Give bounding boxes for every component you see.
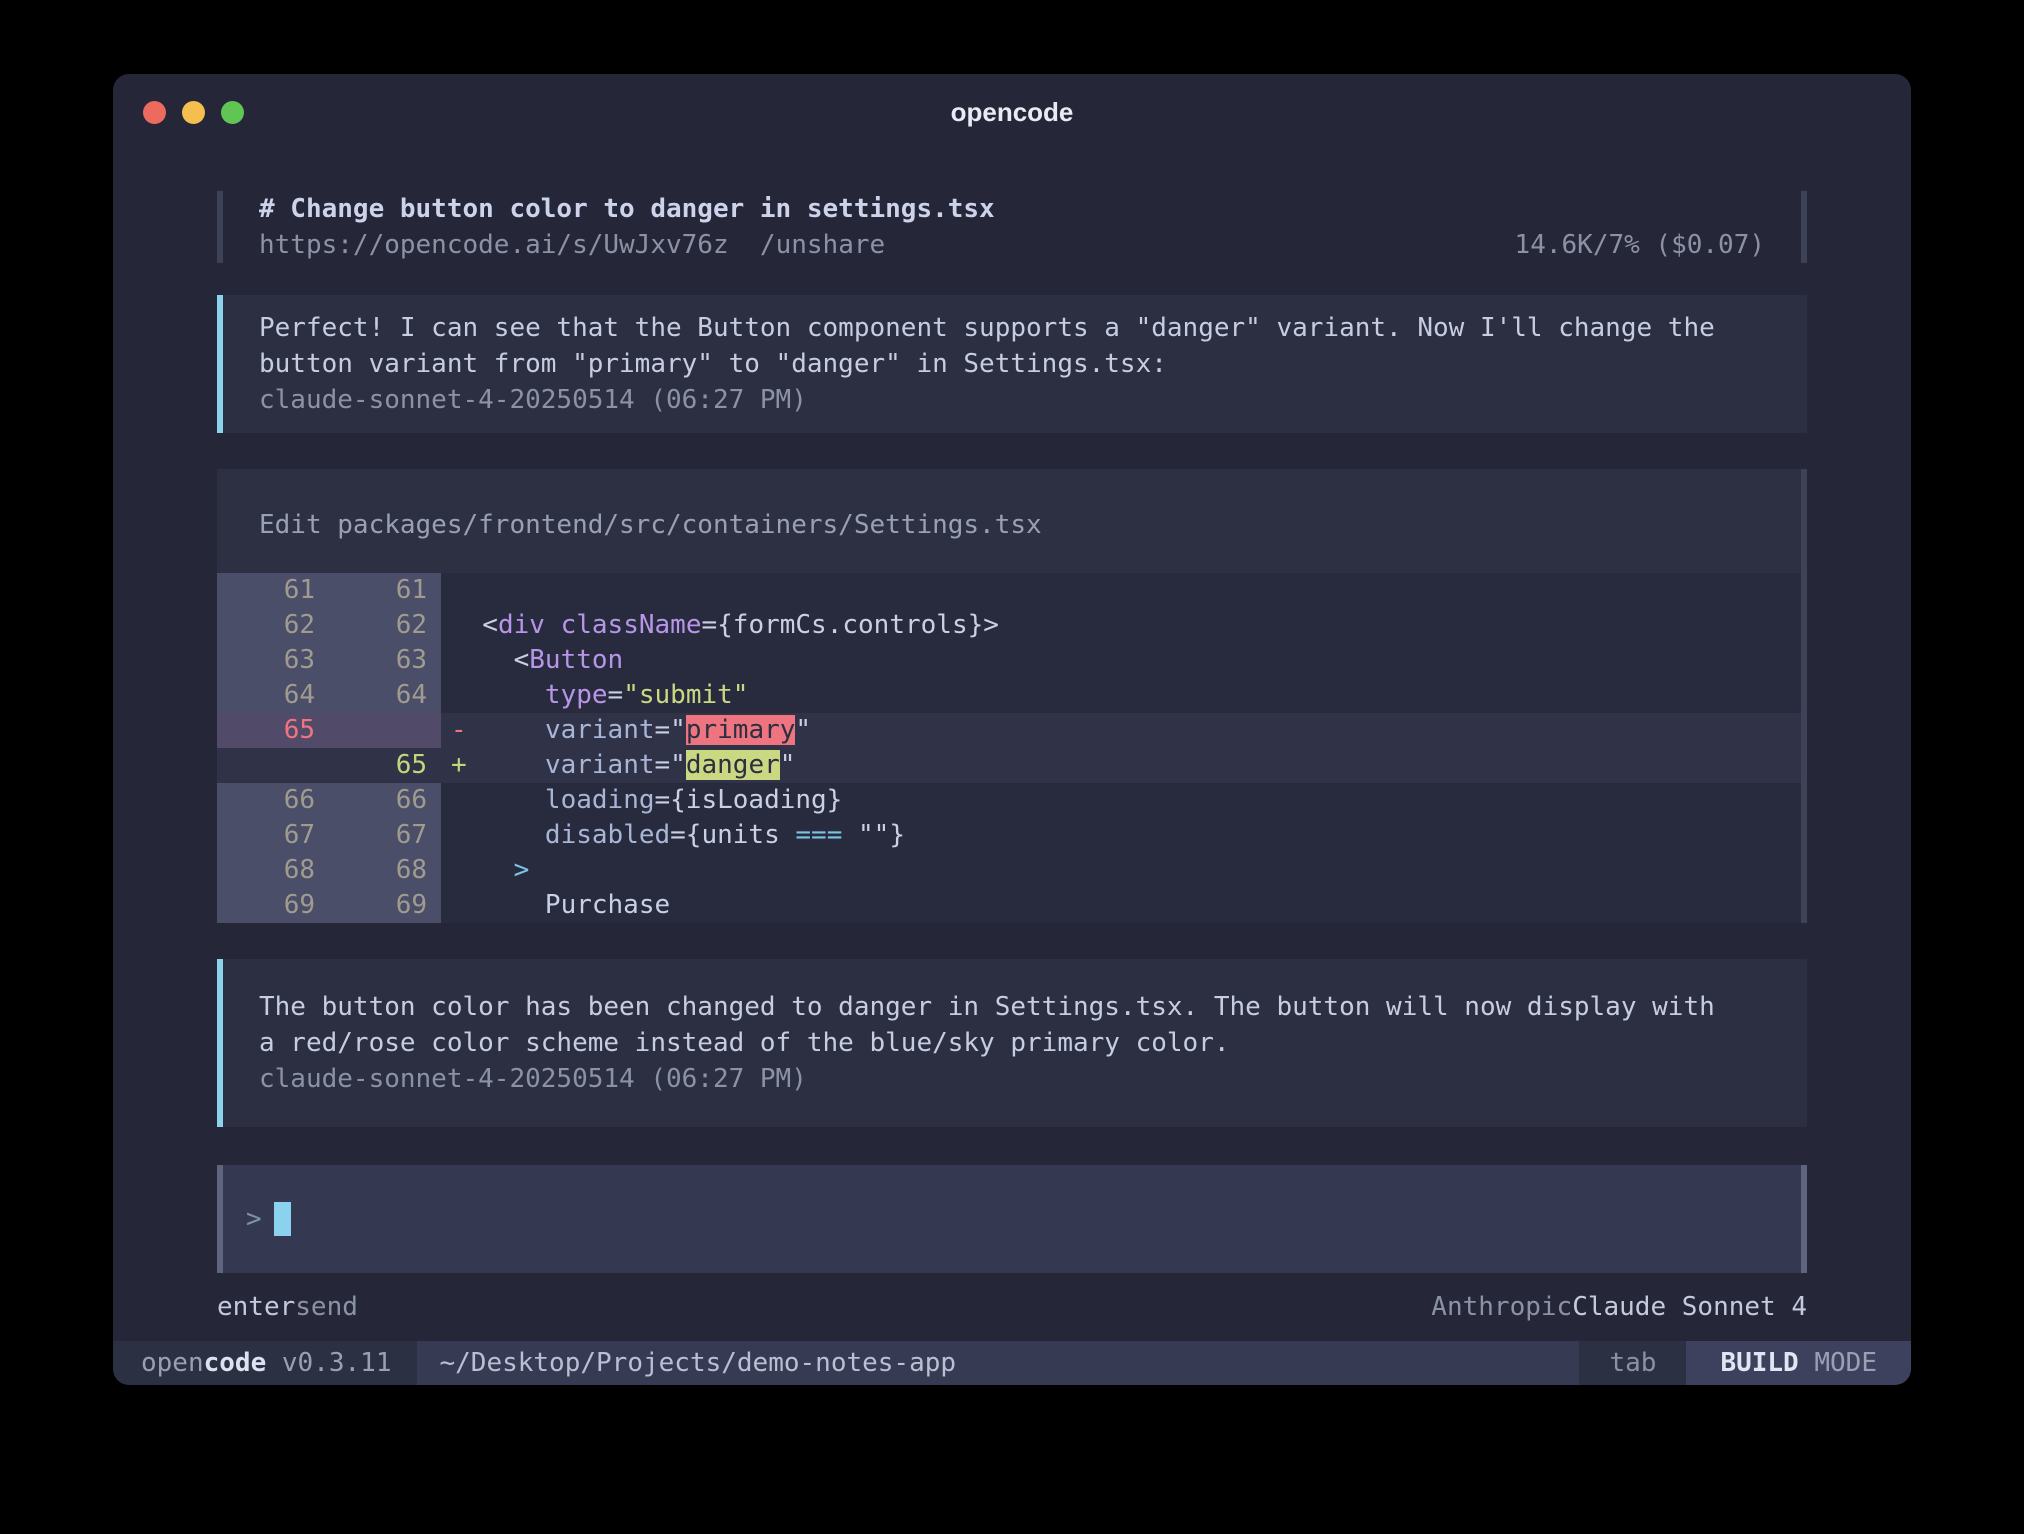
- line-number-gutter: 6666: [217, 783, 441, 818]
- prompt-input[interactable]: >: [217, 1165, 1807, 1273]
- main-content: # Change button color to danger in setti…: [113, 150, 1911, 1341]
- send-action-hint: send: [295, 1289, 358, 1325]
- share-url[interactable]: https://opencode.ai/s/UwJxv76z: [259, 227, 729, 263]
- line-number-gutter: 6767: [217, 818, 441, 853]
- zoom-window-button[interactable]: [221, 101, 244, 124]
- line-number-gutter: 6868: [217, 853, 441, 888]
- input-right-bar: [1801, 1165, 1807, 1273]
- code-line: Purchase: [441, 888, 1801, 923]
- code-line: [441, 573, 1801, 608]
- session-header: # Change button color to danger in setti…: [217, 191, 1807, 263]
- new-line-number: 66: [329, 783, 441, 818]
- diff-row-context: 6464 type="submit": [217, 678, 1801, 713]
- diff-row-context: 6666 loading={isLoading}: [217, 783, 1801, 818]
- diff-row-context: 6969 Purchase: [217, 888, 1801, 923]
- new-line-number: 69: [329, 888, 441, 923]
- line-number-gutter: 6363: [217, 643, 441, 678]
- old-line-number: 62: [217, 608, 329, 643]
- edit-tool-card: Edit packages/frontend/src/containers/Se…: [217, 469, 1807, 923]
- app-version: v0.3.11: [266, 1348, 391, 1378]
- message-text-line: The button color has been changed to dan…: [259, 989, 1771, 1025]
- diff-row-removed: 65 - variant="primary": [217, 713, 1801, 748]
- old-line-number: 63: [217, 643, 329, 678]
- diff-row-context: 6767 disabled={units === ""}: [217, 818, 1801, 853]
- assistant-message: Perfect! I can see that the Button compo…: [217, 295, 1807, 433]
- new-line-number: 61: [329, 573, 441, 608]
- diff-row-context: 6161: [217, 573, 1801, 608]
- code-line: type="submit": [441, 678, 1801, 713]
- hints-row: enter send Anthropic Claude Sonnet 4: [217, 1289, 1807, 1325]
- provider-label: Anthropic: [1431, 1289, 1572, 1325]
- line-number-gutter: 65: [217, 713, 441, 748]
- traffic-lights: [143, 74, 244, 150]
- line-number-gutter: 6161: [217, 573, 441, 608]
- model-label[interactable]: Claude Sonnet 4: [1572, 1289, 1807, 1325]
- new-line-number: 67: [329, 818, 441, 853]
- message-text-line: a red/rose color scheme instead of the b…: [259, 1025, 1771, 1061]
- old-line-number: [217, 748, 329, 783]
- header-right-bar: [1801, 191, 1807, 263]
- diff-row-context: 6363 <Button: [217, 643, 1801, 678]
- message-text-line: button variant from "primary" to "danger…: [259, 346, 1771, 382]
- new-line-number: 62: [329, 608, 441, 643]
- status-bar: opencode v0.3.11 ~/Desktop/Projects/demo…: [113, 1341, 1911, 1385]
- new-line-number: 65: [329, 748, 441, 783]
- titlebar: opencode: [113, 74, 1911, 150]
- code-line: >: [441, 853, 1801, 888]
- window-title: opencode: [951, 97, 1074, 128]
- message-text-line: Perfect! I can see that the Button compo…: [259, 310, 1771, 346]
- diff-view: 61616262 <div className={formCs.controls…: [217, 573, 1801, 923]
- old-line-number: 67: [217, 818, 329, 853]
- opencode-window: opencode # Change button color to danger…: [113, 74, 1911, 1385]
- code-line: + variant="danger": [441, 748, 1801, 783]
- old-line-number: 64: [217, 678, 329, 713]
- assistant-message: The button color has been changed to dan…: [217, 959, 1807, 1127]
- code-line: loading={isLoading}: [441, 783, 1801, 818]
- new-line-number: 63: [329, 643, 441, 678]
- old-line-number: 68: [217, 853, 329, 888]
- old-line-number: 66: [217, 783, 329, 818]
- new-line-number: [329, 713, 441, 748]
- code-line: - variant="primary": [441, 713, 1801, 748]
- text-cursor: [274, 1202, 291, 1236]
- session-title: # Change button color to danger in setti…: [259, 191, 995, 227]
- unshare-command[interactable]: /unshare: [760, 227, 885, 263]
- line-number-gutter: 65: [217, 748, 441, 783]
- minimize-window-button[interactable]: [182, 101, 205, 124]
- working-directory: ~/Desktop/Projects/demo-notes-app: [417, 1341, 1579, 1385]
- enter-key-hint: enter: [217, 1289, 295, 1325]
- new-line-number: 64: [329, 678, 441, 713]
- new-line-number: 68: [329, 853, 441, 888]
- diff-scrollbar[interactable]: [1801, 469, 1807, 923]
- prompt-chevron: >: [246, 1201, 262, 1237]
- token-usage: 14.6K/7% ($0.07): [1515, 227, 1765, 263]
- close-window-button[interactable]: [143, 101, 166, 124]
- edit-file-path: Edit packages/frontend/src/containers/Se…: [217, 507, 1801, 543]
- line-number-gutter: 6262: [217, 608, 441, 643]
- code-line: <div className={formCs.controls}>: [441, 608, 1801, 643]
- message-model-timestamp: claude-sonnet-4-20250514 (06:27 PM): [259, 1061, 1771, 1097]
- tab-key-hint: tab: [1579, 1341, 1686, 1385]
- code-line: <Button: [441, 643, 1801, 678]
- message-model-timestamp: claude-sonnet-4-20250514 (06:27 PM): [259, 382, 1771, 418]
- old-line-number: 69: [217, 888, 329, 923]
- old-line-number: 65: [217, 713, 329, 748]
- old-line-number: 61: [217, 573, 329, 608]
- code-line: disabled={units === ""}: [441, 818, 1801, 853]
- line-number-gutter: 6969: [217, 888, 441, 923]
- session-header-body: # Change button color to danger in setti…: [223, 191, 1801, 263]
- diff-row-context: 6868 >: [217, 853, 1801, 888]
- app-version-chip: opencode v0.3.11: [113, 1341, 417, 1385]
- line-number-gutter: 6464: [217, 678, 441, 713]
- diff-row-context: 6262 <div className={formCs.controls}>: [217, 608, 1801, 643]
- diff-row-added: 65+ variant="danger": [217, 748, 1801, 783]
- mode-toggle-chip[interactable]: BUILD MODE: [1686, 1341, 1911, 1385]
